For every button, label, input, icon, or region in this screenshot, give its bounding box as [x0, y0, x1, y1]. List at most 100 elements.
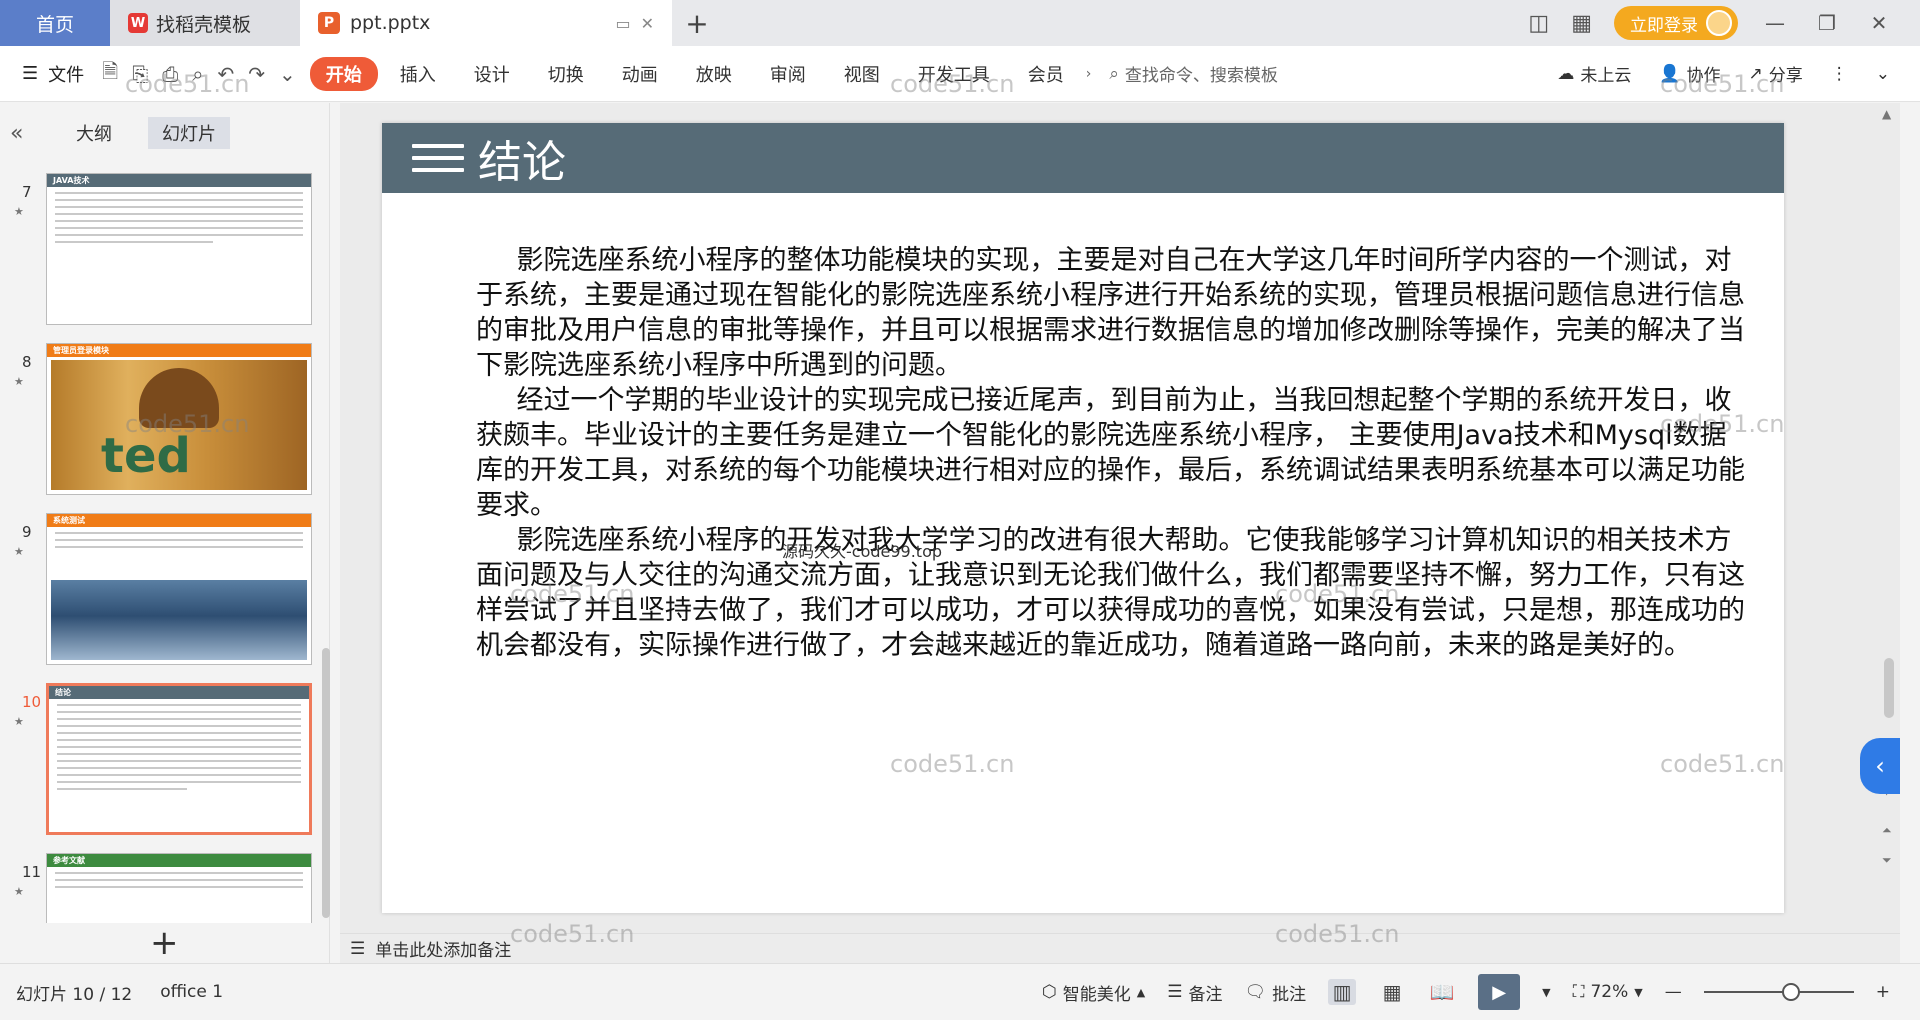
- slide-thumbnail-8[interactable]: 管理员登录模块 ted: [46, 343, 312, 495]
- zoom-level[interactable]: 72%: [1590, 982, 1628, 1002]
- scroll-thumb[interactable]: [1884, 658, 1894, 718]
- undo-icon[interactable]: ↶: [217, 62, 234, 86]
- thumbnail-title: 参考文献: [53, 856, 85, 865]
- slide-thumbnail-9[interactable]: 系统测试: [46, 513, 312, 665]
- export-icon[interactable]: ⎘: [132, 62, 148, 86]
- zoom-out-icon[interactable]: —: [1665, 982, 1682, 1002]
- play-icon: ▶: [1492, 981, 1507, 1003]
- login-button[interactable]: 立即登录: [1614, 6, 1738, 40]
- zoom-dropdown-icon[interactable]: ▼: [1634, 986, 1642, 999]
- zoom-in-icon[interactable]: +: [1876, 982, 1890, 1002]
- slide-canvas: 结论 影院选座系统小程序的整体功能模块的实现，主要是对自己在大学这几年时间所学内…: [340, 103, 1900, 933]
- notes-area[interactable]: ☰ 单击此处添加备注: [340, 933, 1900, 963]
- normal-view-icon[interactable]: ▥: [1328, 979, 1357, 1005]
- ppt-file-icon: P: [318, 12, 340, 34]
- zoom-slider[interactable]: [1703, 983, 1854, 1001]
- notes-placeholder: 单击此处添加备注: [375, 941, 512, 961]
- menu-more-icon[interactable]: ›: [1086, 66, 1092, 82]
- more-options-icon[interactable]: ⋮: [1831, 64, 1848, 84]
- slides-panel: « 大纲 幻灯片 7 ★ JAVA技术 8 ★ 管理员登录模块 ted 9 ★ …: [0, 103, 330, 963]
- close-window-icon[interactable]: ✕: [1864, 11, 1894, 35]
- menu-developer[interactable]: 开发工具: [902, 57, 1006, 91]
- redo-icon[interactable]: ↷: [248, 62, 265, 86]
- panel-header: « 大纲 幻灯片: [0, 103, 329, 163]
- side-panel-toggle[interactable]: ‹: [1860, 738, 1900, 794]
- fit-window-icon[interactable]: ⛶: [1573, 982, 1585, 1002]
- menu-insert[interactable]: 插入: [384, 57, 452, 91]
- quick-more-icon[interactable]: ⌄: [279, 62, 296, 86]
- paragraph: 影院选座系统小程序的整体功能模块的实现，主要是对自己在大学这几年时间所学内容的一…: [476, 245, 1745, 381]
- slide-title[interactable]: 结论: [478, 126, 566, 190]
- minimize-icon[interactable]: —: [1760, 11, 1790, 35]
- apps-grid-icon[interactable]: ▦: [1571, 11, 1592, 36]
- avatar-icon: [1706, 10, 1732, 36]
- play-options-icon[interactable]: ▼: [1542, 986, 1550, 999]
- thumbnail-number: 8: [22, 353, 32, 371]
- play-slideshow-button[interactable]: ▶: [1478, 974, 1521, 1010]
- menu-transition[interactable]: 切换: [532, 57, 600, 91]
- pin-window-icon[interactable]: ▭: [615, 14, 630, 33]
- bear-photo: ted: [51, 360, 307, 490]
- thumbnail-title: 系统测试: [53, 516, 85, 525]
- print-preview-icon[interactable]: ⌕: [192, 62, 203, 86]
- tab-home[interactable]: 首页: [0, 0, 110, 46]
- save-icon[interactable]: 🗎: [102, 57, 118, 91]
- theme-name[interactable]: office 1: [160, 982, 223, 1002]
- source-watermark-text: 源码久久-code99.top: [782, 542, 943, 561]
- collab-button[interactable]: 👤 协作: [1659, 61, 1720, 87]
- print-icon[interactable]: ⎙: [162, 62, 178, 86]
- menu-design[interactable]: 设计: [458, 57, 526, 91]
- new-tab-button[interactable]: +: [672, 0, 722, 46]
- tab-home-label: 首页: [35, 13, 74, 36]
- slide-body-text[interactable]: 影院选座系统小程序的整体功能模块的实现，主要是对自己在大学这几年时间所学内容的一…: [476, 243, 1746, 663]
- comment-button[interactable]: 🗨 批注: [1245, 980, 1307, 1005]
- prev-slide-icon[interactable]: ⏶: [1882, 823, 1892, 838]
- cloud-status-button[interactable]: ☁ 未上云: [1557, 61, 1632, 87]
- collapse-ribbon-icon[interactable]: ⌄: [1876, 64, 1890, 84]
- scroll-up-icon[interactable]: ▲: [1882, 107, 1891, 121]
- layout-icon[interactable]: ◫: [1528, 11, 1549, 36]
- command-search[interactable]: ⌕ 查找命令、搜索模板: [1109, 61, 1278, 87]
- tab-template[interactable]: W 找稻壳模板: [110, 0, 300, 46]
- menu-member[interactable]: 会员: [1012, 57, 1080, 91]
- caret-up-icon: ▲: [1136, 985, 1146, 999]
- menu-view[interactable]: 视图: [828, 57, 896, 91]
- bear-photo-text: ted: [101, 428, 191, 484]
- canvas-scrollbar[interactable]: ▲ ▼ ⏶ ⏷: [1878, 103, 1900, 933]
- tab-slides[interactable]: 幻灯片: [148, 117, 230, 149]
- menu-slideshow[interactable]: 放映: [680, 57, 748, 91]
- close-tab-icon[interactable]: ✕: [641, 14, 654, 33]
- next-slide-icon[interactable]: ⏷: [1882, 853, 1892, 868]
- menu-review[interactable]: 审阅: [754, 57, 822, 91]
- sky-background-image: [51, 580, 307, 660]
- slide-thumbnail-10[interactable]: 结论: [46, 683, 312, 835]
- tab-document[interactable]: P ppt.pptx ▭ ✕: [300, 0, 672, 46]
- tab-outline[interactable]: 大纲: [62, 117, 126, 149]
- sorter-view-icon[interactable]: ▦: [1378, 979, 1406, 1005]
- paragraph: 经过一个学期的毕业设计的实现完成已接近尾声，到目前为止，当我回想起整个学期的系统…: [476, 385, 1745, 521]
- slide-thumbnail-7[interactable]: JAVA技术: [46, 173, 312, 325]
- notes-lines-icon: ☰: [1167, 982, 1183, 1002]
- slide-thumbnail-11[interactable]: 参考文献: [46, 853, 312, 923]
- slide-editor[interactable]: 结论 影院选座系统小程序的整体功能模块的实现，主要是对自己在大学这几年时间所学内…: [382, 123, 1784, 913]
- status-left: 幻灯片 10 / 12 office 1: [0, 980, 223, 1005]
- smart-beautify-button[interactable]: ⬡ 智能美化 ▲: [1042, 980, 1145, 1005]
- menu-animation[interactable]: 动画: [606, 57, 674, 91]
- thumbnail-title-bar: 结论: [49, 686, 309, 699]
- cloud-status-label: 未上云: [1580, 66, 1632, 86]
- add-slide-icon[interactable]: +: [150, 923, 179, 963]
- zoom-slider-knob[interactable]: [1781, 983, 1800, 1001]
- animation-star-icon: ★: [14, 715, 24, 728]
- wps-logo-icon: W: [128, 13, 148, 33]
- thumbnail-scrollbar[interactable]: [322, 648, 330, 918]
- reading-view-icon[interactable]: 📖: [1428, 979, 1456, 1005]
- notes-toggle-button[interactable]: ☰ 备注: [1167, 980, 1222, 1005]
- collapse-panel-icon[interactable]: «: [10, 121, 40, 146]
- zoom-control[interactable]: ⛶ 72% ▼: [1573, 982, 1643, 1002]
- restore-icon[interactable]: ❐: [1812, 11, 1842, 35]
- animation-star-icon: ★: [14, 885, 24, 898]
- share-button[interactable]: ↗ 分享: [1749, 61, 1803, 87]
- animation-star-icon: ★: [14, 545, 24, 558]
- menu-home[interactable]: 开始: [309, 56, 378, 91]
- file-menu-button[interactable]: ☰ 文件: [0, 61, 102, 87]
